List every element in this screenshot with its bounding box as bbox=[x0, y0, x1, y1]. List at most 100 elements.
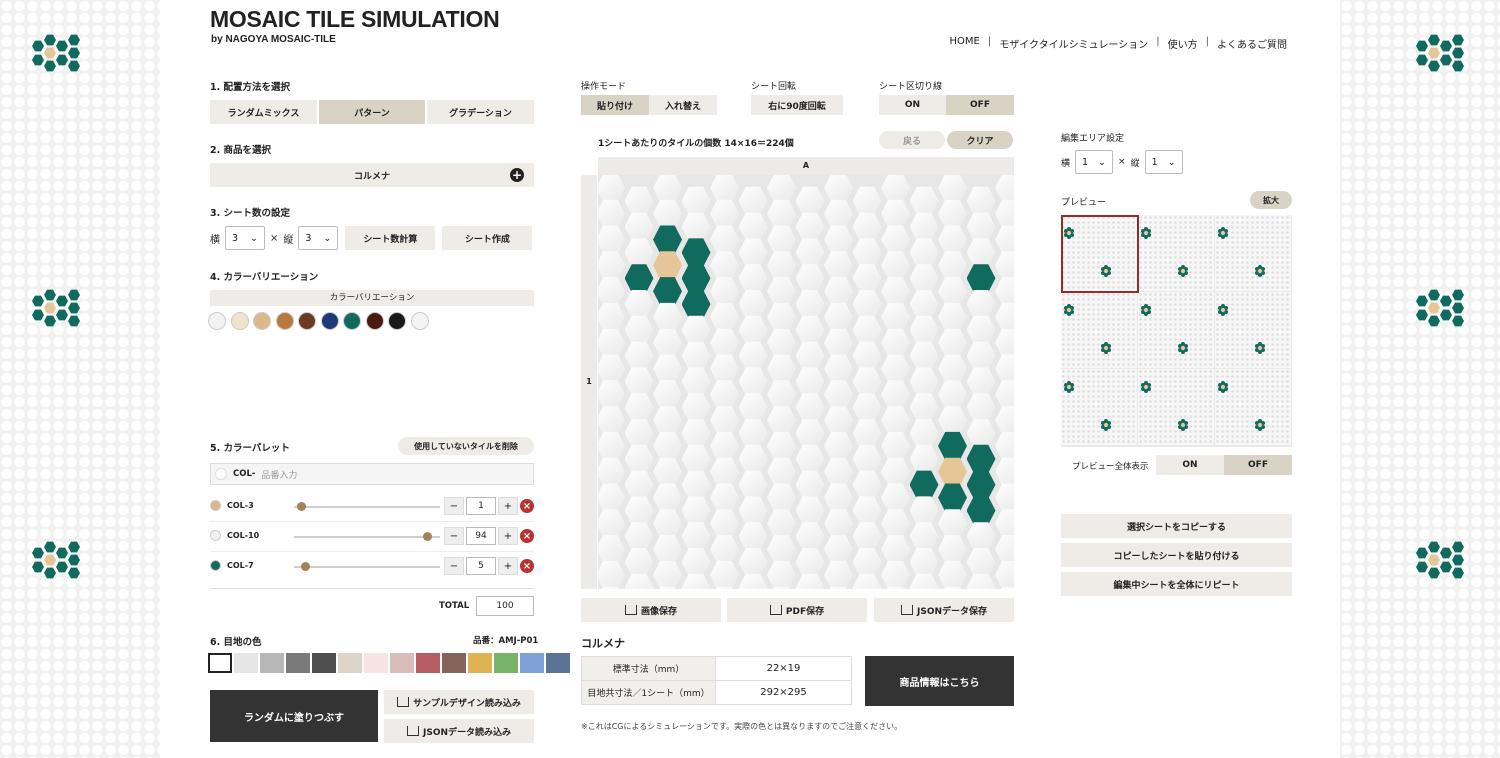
hex-tile[interactable] bbox=[653, 509, 682, 538]
hex-tile[interactable] bbox=[995, 277, 1014, 306]
nav-howto[interactable]: 使い方 bbox=[1162, 36, 1204, 51]
hex-tile[interactable] bbox=[909, 573, 939, 589]
delete-icon[interactable]: × bbox=[520, 529, 534, 543]
hex-tile[interactable] bbox=[598, 354, 625, 383]
hex-tile[interactable] bbox=[795, 418, 825, 448]
preview-sheet[interactable] bbox=[1215, 215, 1291, 291]
hex-tile[interactable] bbox=[881, 509, 910, 538]
hex-tile[interactable] bbox=[653, 175, 682, 203]
grout-swatch[interactable] bbox=[286, 653, 310, 673]
hex-tile[interactable] bbox=[881, 457, 910, 486]
hex-tile[interactable] bbox=[795, 341, 825, 370]
hex-tile[interactable] bbox=[710, 535, 739, 564]
hex-tile[interactable] bbox=[598, 483, 625, 512]
tile-canvas[interactable] bbox=[598, 175, 1014, 589]
hex-tile[interactable] bbox=[995, 457, 1014, 486]
hex-tile[interactable] bbox=[966, 393, 996, 422]
hex-tile[interactable] bbox=[995, 535, 1014, 564]
hex-tile[interactable] bbox=[681, 341, 711, 370]
hex-tile[interactable] bbox=[966, 418, 996, 448]
hex-tile[interactable] bbox=[966, 547, 996, 577]
hex-tile[interactable] bbox=[881, 251, 910, 280]
hex-tile[interactable] bbox=[938, 535, 967, 564]
hex-tile[interactable] bbox=[938, 406, 967, 435]
variation-swatch[interactable] bbox=[298, 312, 316, 330]
hex-tile[interactable] bbox=[624, 289, 654, 319]
variation-swatch[interactable] bbox=[343, 312, 361, 330]
hex-tile[interactable] bbox=[881, 302, 910, 332]
hex-tile[interactable] bbox=[852, 547, 882, 577]
hex-tile[interactable] bbox=[710, 431, 739, 461]
hex-tile[interactable] bbox=[909, 496, 939, 525]
hex-tile[interactable] bbox=[966, 238, 996, 267]
hex-tile[interactable] bbox=[795, 444, 825, 473]
hex-tile[interactable] bbox=[909, 264, 939, 293]
preview-all-off[interactable]: OFF bbox=[1224, 455, 1292, 475]
grout-swatch[interactable] bbox=[390, 653, 414, 673]
hex-tile[interactable] bbox=[710, 560, 739, 589]
save-json-button[interactable]: JSONデータ保存 bbox=[874, 598, 1014, 622]
hex-tile[interactable] bbox=[909, 393, 939, 422]
hex-tile[interactable] bbox=[966, 367, 996, 396]
hex-tile[interactable] bbox=[938, 328, 967, 357]
grout-swatch[interactable] bbox=[468, 653, 492, 673]
hex-tile[interactable] bbox=[598, 225, 625, 254]
grout-swatch[interactable] bbox=[364, 653, 388, 673]
grout-swatch[interactable] bbox=[234, 653, 258, 673]
hex-tile[interactable] bbox=[824, 199, 853, 228]
sheet-width-select[interactable]: 3 ⌄ bbox=[225, 226, 265, 250]
decrement-button[interactable]: − bbox=[444, 557, 464, 575]
hex-tile[interactable] bbox=[852, 418, 882, 448]
variation-swatch[interactable] bbox=[365, 312, 384, 330]
hex-tile[interactable] bbox=[852, 393, 882, 422]
hex-tile[interactable] bbox=[681, 444, 711, 473]
hex-tile[interactable] bbox=[824, 560, 853, 589]
hex-tile[interactable] bbox=[938, 251, 967, 280]
hex-tile[interactable] bbox=[598, 457, 625, 486]
preview-sheet[interactable] bbox=[1061, 292, 1137, 368]
hex-tile[interactable] bbox=[653, 328, 682, 357]
hex-tile[interactable] bbox=[995, 175, 1014, 203]
slider-handle[interactable] bbox=[422, 532, 432, 541]
grout-swatch[interactable] bbox=[494, 653, 518, 673]
hex-tile[interactable] bbox=[909, 444, 939, 473]
rotate-button[interactable]: 右に90度回転 bbox=[751, 95, 843, 115]
variation-swatch[interactable] bbox=[208, 312, 226, 330]
hex-tile[interactable] bbox=[909, 315, 939, 344]
hex-tile[interactable] bbox=[681, 212, 711, 241]
hex-tile[interactable] bbox=[852, 341, 882, 370]
edit-width-select[interactable]: 1 ⌄ bbox=[1075, 150, 1114, 174]
hex-tile[interactable] bbox=[824, 302, 853, 332]
hex-tile[interactable] bbox=[795, 573, 825, 589]
preview-all-on[interactable]: ON bbox=[1156, 455, 1224, 475]
delete-icon[interactable]: × bbox=[520, 559, 534, 573]
hex-tile[interactable] bbox=[966, 212, 996, 241]
hex-tile[interactable] bbox=[738, 186, 768, 215]
hex-tile[interactable] bbox=[938, 277, 967, 306]
hex-tile[interactable] bbox=[710, 251, 739, 280]
hex-tile[interactable] bbox=[795, 470, 825, 499]
hex-tile[interactable] bbox=[598, 406, 625, 435]
save-image-button[interactable]: 画像保存 bbox=[581, 598, 721, 622]
hex-tile[interactable] bbox=[767, 535, 796, 564]
hex-tile[interactable] bbox=[681, 522, 711, 551]
preview-sheet[interactable] bbox=[1138, 215, 1214, 291]
hex-tile[interactable] bbox=[966, 186, 996, 215]
hex-tile[interactable] bbox=[653, 560, 682, 589]
hex-tile[interactable] bbox=[881, 199, 910, 228]
hex-tile[interactable] bbox=[738, 496, 768, 525]
hex-tile[interactable] bbox=[966, 496, 996, 525]
hex-tile[interactable] bbox=[824, 251, 853, 280]
grout-swatch[interactable] bbox=[546, 653, 570, 673]
hex-tile[interactable] bbox=[738, 212, 768, 241]
hex-tile[interactable] bbox=[852, 264, 882, 293]
sheet-height-select[interactable]: 3 ⌄ bbox=[298, 226, 339, 250]
hex-tile[interactable] bbox=[938, 560, 967, 589]
hex-tile[interactable] bbox=[881, 277, 910, 306]
hex-tile[interactable] bbox=[624, 573, 654, 589]
hex-tile[interactable] bbox=[624, 470, 654, 499]
hex-tile[interactable] bbox=[995, 560, 1014, 589]
variation-swatch[interactable] bbox=[410, 312, 429, 330]
hex-tile[interactable] bbox=[995, 302, 1014, 332]
hex-tile[interactable] bbox=[738, 393, 768, 422]
